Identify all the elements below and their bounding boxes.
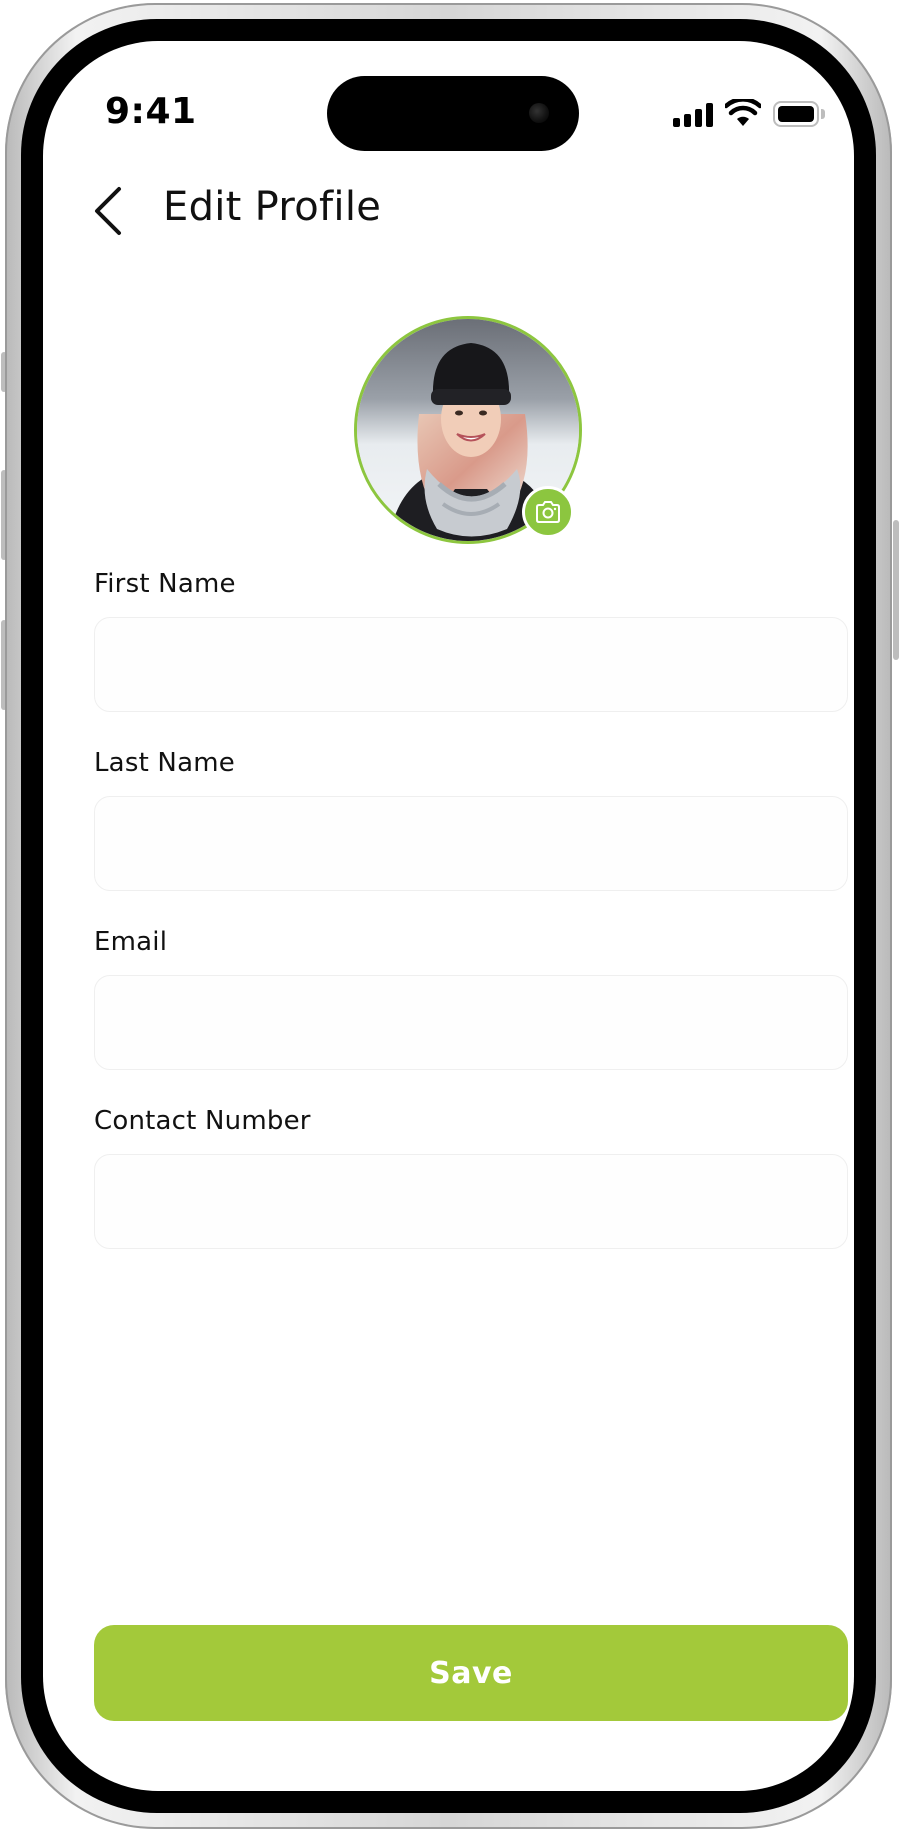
wifi-icon <box>723 97 763 127</box>
contact-number-field[interactable] <box>94 1154 848 1249</box>
back-button[interactable] <box>83 181 133 241</box>
save-button[interactable]: Save <box>94 1625 848 1721</box>
chevron-left-icon <box>95 187 121 235</box>
phone-bezel: 9:41 Edit Profile First Name Last Name E… <box>21 19 876 1813</box>
power-button <box>893 520 899 660</box>
front-camera <box>529 103 549 123</box>
avatar-section <box>354 316 588 550</box>
last-name-label: Last Name <box>94 748 235 778</box>
last-name-field[interactable] <box>94 796 848 891</box>
contact-number-label: Contact Number <box>94 1106 311 1136</box>
cellular-signal-icon <box>673 103 715 127</box>
phone-mockup: 9:41 Edit Profile First Name Last Name E… <box>0 0 900 1836</box>
app-screen: 9:41 Edit Profile First Name Last Name E… <box>43 41 854 1791</box>
first-name-label: First Name <box>94 569 236 599</box>
email-field[interactable] <box>94 975 848 1070</box>
phone-frame: 9:41 Edit Profile First Name Last Name E… <box>5 3 892 1829</box>
dynamic-island <box>327 76 579 151</box>
status-time: 9:41 <box>105 91 197 132</box>
battery-icon <box>773 101 825 127</box>
email-label: Email <box>94 927 168 957</box>
page-title: Edit Profile <box>163 184 382 230</box>
first-name-field[interactable] <box>94 617 848 712</box>
camera-icon <box>536 501 560 523</box>
change-photo-button[interactable] <box>522 486 574 538</box>
